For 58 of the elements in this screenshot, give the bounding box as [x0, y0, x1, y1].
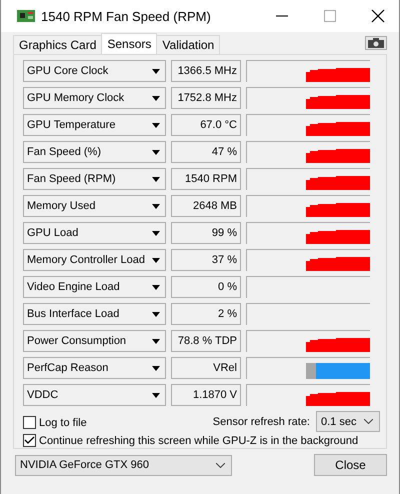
camera-button[interactable] [365, 36, 387, 50]
checkbox-option[interactable]: Log to file [23, 416, 87, 429]
graphics-card-icon [17, 9, 35, 23]
sensor-selector[interactable]: GPU Temperature [23, 114, 166, 136]
checkbox[interactable] [23, 416, 36, 429]
dropdown-arrow-icon [152, 366, 160, 370]
sensor-value: 2648 MB [171, 195, 241, 217]
device-dropdown[interactable]: NVIDIA GeForce GTX 960 [15, 454, 232, 476]
sensor-value: 78.8 % TDP [171, 330, 241, 352]
dropdown-arrow-icon [152, 176, 160, 182]
sensor-value: 0 % [171, 276, 241, 298]
refresh-rate-dropdown[interactable]: 0.1 sec [316, 411, 380, 432]
sensor-selector[interactable]: Memory Controller Load [23, 249, 166, 271]
checkbox-option[interactable]: Continue refreshing this screen while GPU-Z is in the background [23, 434, 386, 447]
chevron-down-icon [364, 419, 373, 424]
sensor-selector[interactable]: Power Consumption [23, 330, 166, 352]
sensor-selector[interactable]: Memory Used [23, 195, 166, 217]
sensor-value: 67.0 °C [171, 114, 241, 136]
camera-icon [368, 38, 384, 48]
sensor-value: 37 % [171, 249, 241, 271]
dropdown-arrow-icon [152, 122, 160, 128]
close-button[interactable]: Close [314, 454, 387, 476]
sensor-value: 1540 RPM [171, 168, 241, 190]
tab[interactable]: Validation [156, 35, 220, 54]
sensor-value: 1752.8 MHz [171, 87, 241, 109]
sensor-selector[interactable]: Bus Interface Load [23, 303, 166, 325]
sensor-selector[interactable]: Fan Speed (RPM) [23, 168, 166, 190]
sensor-selector[interactable]: Video Engine Load [23, 276, 166, 298]
chevron-down-icon [216, 462, 225, 468]
dropdown-arrow-icon [152, 312, 160, 316]
sensor-value: 1.1870 V [171, 384, 241, 406]
sensor-selector[interactable]: GPU Load [23, 222, 166, 244]
dropdown-arrow-icon [152, 230, 160, 236]
dropdown-arrow-icon [152, 258, 160, 262]
refresh-rate-label: Sensor refresh rate: [212, 416, 310, 428]
dropdown-arrow-icon [152, 204, 160, 208]
dropdown-arrow-icon [152, 284, 160, 290]
dropdown-arrow-icon [152, 96, 160, 100]
sensor-value: 99 % [171, 222, 241, 244]
dropdown-arrow-icon [152, 68, 160, 74]
sensor-value: 1366.5 MHz [171, 60, 241, 82]
dropdown-arrow-icon [152, 338, 160, 344]
sensor-value: 2 % [171, 303, 241, 325]
sensor-selector[interactable]: PerfCap Reason [23, 357, 166, 379]
dropdown-arrow-icon [152, 150, 160, 154]
tab[interactable]: Sensors [101, 33, 158, 54]
checkbox[interactable] [23, 434, 36, 447]
dropdown-arrow-icon [152, 392, 160, 398]
sensor-selector[interactable]: GPU Memory Clock [23, 87, 166, 109]
sensor-value: 47 % [171, 141, 241, 163]
sensor-selector[interactable]: VDDC [23, 384, 166, 406]
sensor-selector[interactable]: GPU Core Clock [23, 60, 166, 82]
close-icon[interactable] [371, 9, 385, 23]
window-title: 1540 RPM Fan Speed (RPM) [41, 8, 212, 24]
sensor-value: VRel [171, 357, 241, 379]
checkmark-icon [24, 436, 35, 445]
sensor-selector[interactable]: Fan Speed (%) [23, 141, 166, 163]
tab[interactable]: Graphics Card [13, 35, 102, 54]
